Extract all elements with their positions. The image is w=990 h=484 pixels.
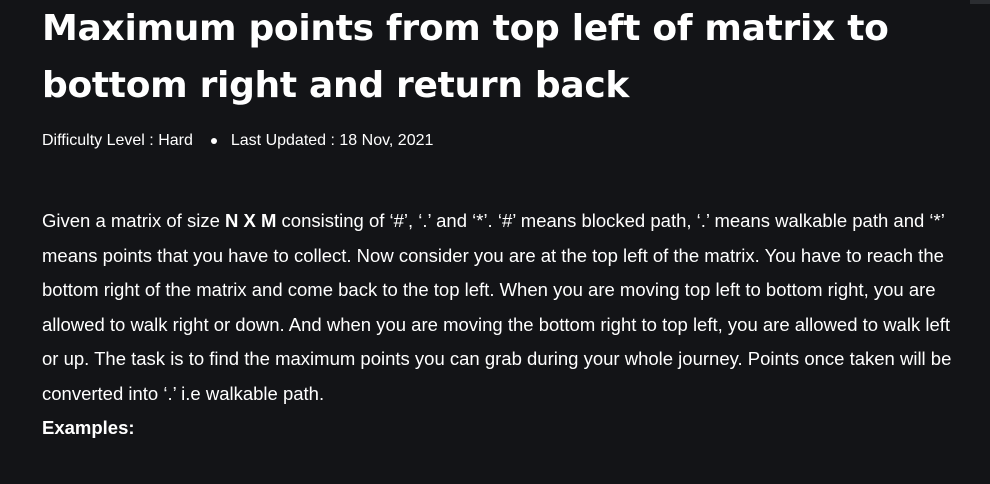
- scrollbar-thumb[interactable]: [970, 0, 990, 4]
- separator-dot-icon: [210, 138, 217, 144]
- problem-statement-part-1: Given a matrix of size: [42, 210, 226, 231]
- last-updated: Last Updated : 18 Nov, 2021: [230, 132, 434, 149]
- article-title: Maximum points from top left of matrix t…: [42, 8, 889, 106]
- problem-statement: Given a matrix of size N X M consisting …: [42, 204, 960, 411]
- matrix-size-text: N X M: [225, 210, 277, 231]
- difficulty-level: Difficulty Level : Hard: [42, 132, 193, 149]
- problem-statement-part-2: consisting of ‘#’, ‘.’ and ‘*’. ‘#’ mean…: [42, 210, 952, 404]
- article-meta: Difficulty Level : Hard Last Updated : 1…: [42, 132, 960, 150]
- examples-heading: Examples:: [42, 417, 135, 438]
- article-body: Given a matrix of size N X M consisting …: [42, 204, 960, 446]
- article-page: Maximum points from top left of matrix t…: [0, 0, 990, 484]
